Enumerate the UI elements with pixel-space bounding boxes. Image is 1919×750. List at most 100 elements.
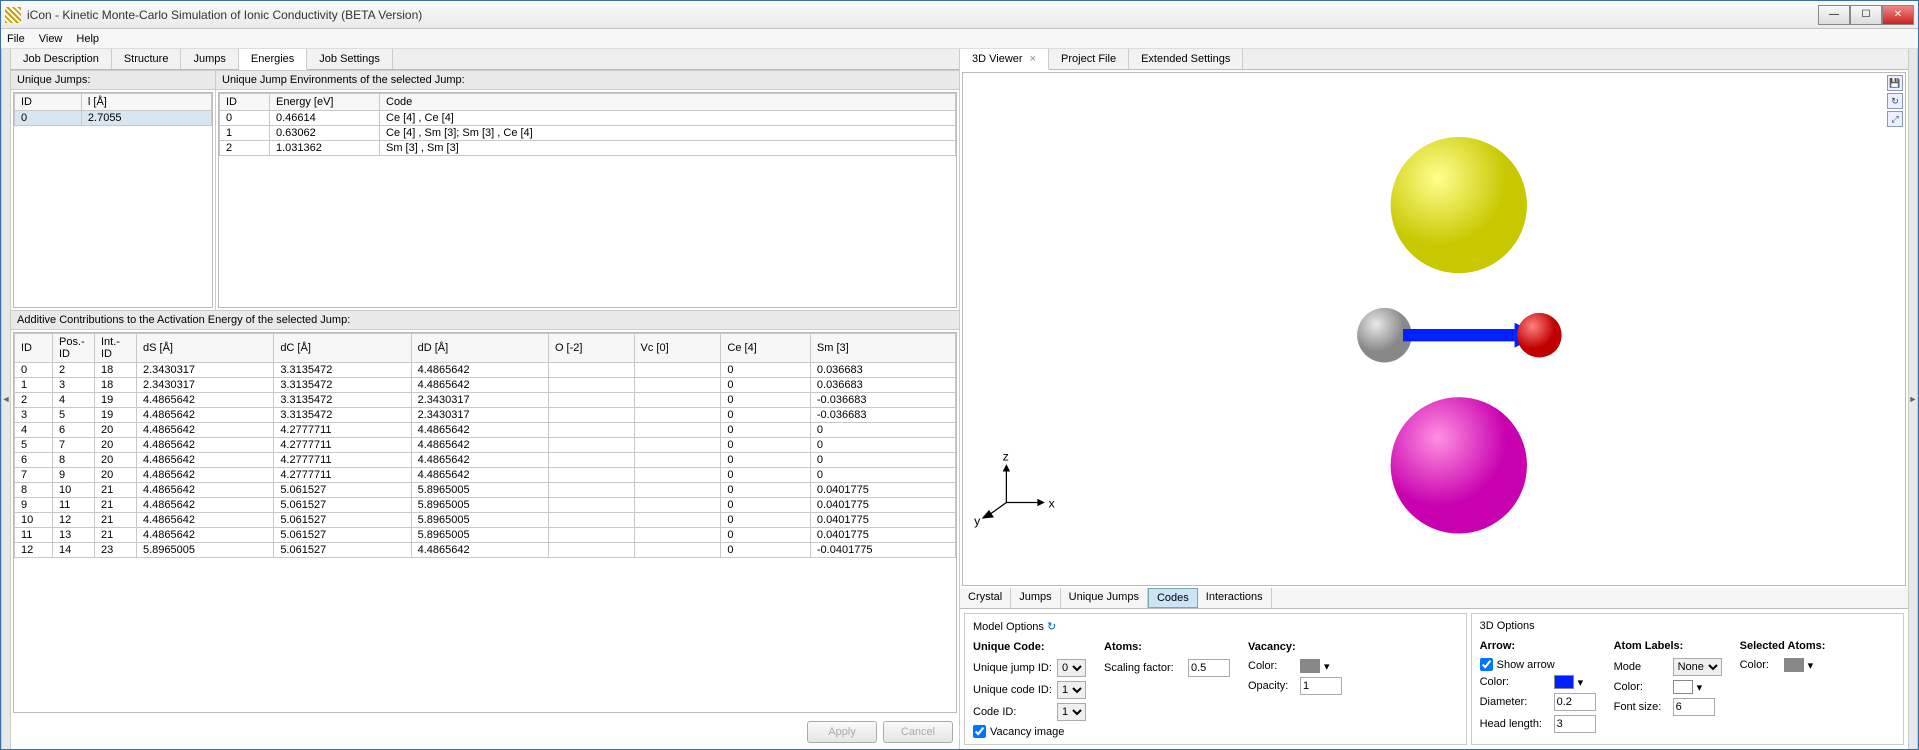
refresh-icon[interactable]: ↻ <box>1047 621 1056 633</box>
tab-3d-viewer-label: 3D Viewer <box>972 53 1023 65</box>
table-row[interactable]: 35194.48656423.31354722.34303170-0.03668… <box>15 408 956 423</box>
mode-select[interactable]: None <box>1673 658 1722 676</box>
subtab-crystal[interactable]: Crystal <box>960 588 1011 608</box>
table-row[interactable]: 13182.34303173.31354724.486564200.036683 <box>15 378 956 393</box>
subtab-interactions[interactable]: Interactions <box>1198 588 1272 608</box>
env-table[interactable]: ID Energy [eV] Code 00.46614Ce [4] , Ce … <box>219 93 956 156</box>
table-row[interactable]: 02182.34303173.31354724.486564200.036683 <box>15 363 956 378</box>
chevron-down-icon[interactable]: ▾ <box>1578 676 1584 689</box>
unique-jumps-table[interactable]: ID l [Å] 02.7055 <box>14 93 212 126</box>
table-row[interactable]: 810214.48656425.0615275.896500500.040177… <box>15 483 956 498</box>
unique-code-id-select[interactable]: 1 <box>1057 681 1086 699</box>
tab-jumps[interactable]: Jumps <box>181 49 238 69</box>
fit-icon[interactable]: ⤢ <box>1887 111 1903 127</box>
right-tabbar: 3D Viewer × Project File Extended Settin… <box>960 49 1908 70</box>
col-id[interactable]: ID <box>220 94 270 111</box>
save-view-icon[interactable]: 💾 <box>1887 75 1903 91</box>
col-o[interactable]: O [-2] <box>548 334 634 363</box>
env-label: Unique Jump Environments of the selected… <box>216 70 959 90</box>
font-size-input[interactable] <box>1673 698 1715 716</box>
col-ds[interactable]: dS [Å] <box>137 334 274 363</box>
head-length-input[interactable] <box>1554 715 1596 733</box>
atom-labels-label: Atom Labels: <box>1614 640 1722 652</box>
show-arrow-checkbox[interactable] <box>1480 658 1493 671</box>
table-row[interactable]: 10.63062Ce [4] , Sm [3]; Sm [3] , Ce [4] <box>220 126 956 141</box>
table-row[interactable]: 1113214.48656425.0615275.896500500.04017… <box>15 528 956 543</box>
diameter-input[interactable] <box>1554 693 1596 711</box>
table-row[interactable]: 1214235.89650055.0615274.48656420-0.0401… <box>15 543 956 558</box>
font-size-label: Font size: <box>1614 701 1669 713</box>
table-row[interactable]: 02.7055 <box>15 111 212 126</box>
unique-jumps-label: Unique Jumps: <box>11 70 215 90</box>
opacity-input[interactable] <box>1300 677 1342 695</box>
al-color-label: Color: <box>1614 681 1669 693</box>
tab-job-settings[interactable]: Job Settings <box>307 49 393 69</box>
unique-code-id-label: Unique code ID: <box>973 684 1053 696</box>
table-row[interactable]: 00.46614Ce [4] , Ce [4] <box>220 111 956 126</box>
scaling-factor-label: Scaling factor: <box>1104 662 1184 674</box>
rotate-icon[interactable]: ↻ <box>1887 93 1903 109</box>
options-panel: Model Options ↻ Unique Code: Unique jump… <box>960 609 1908 749</box>
vacancy-image-label: Vacancy image <box>990 726 1064 738</box>
table-row[interactable]: 911214.48656425.0615275.896500500.040177… <box>15 498 956 513</box>
col-id[interactable]: ID <box>15 94 82 111</box>
tab-extended-settings[interactable]: Extended Settings <box>1129 49 1243 69</box>
tab-3d-viewer[interactable]: 3D Viewer × <box>960 49 1049 70</box>
right-pane: 3D Viewer × Project File Extended Settin… <box>960 49 1908 749</box>
left-grip[interactable]: ◄ <box>1 49 11 749</box>
col-l[interactable]: l [Å] <box>81 94 211 111</box>
col-dd[interactable]: dD [Å] <box>411 334 548 363</box>
table-row[interactable]: 24194.48656423.31354722.34303170-0.03668… <box>15 393 956 408</box>
subtab-jumps[interactable]: Jumps <box>1011 588 1060 608</box>
chevron-down-icon[interactable]: ▾ <box>1324 660 1330 673</box>
tab-project-file[interactable]: Project File <box>1049 49 1129 69</box>
close-button[interactable]: ✕ <box>1882 5 1914 25</box>
tab-job-description[interactable]: Job Description <box>11 49 112 69</box>
subtab-unique-jumps[interactable]: Unique Jumps <box>1061 588 1148 608</box>
sa-color-picker[interactable] <box>1784 658 1804 672</box>
chevron-down-icon[interactable]: ▾ <box>1808 659 1814 672</box>
code-id-select[interactable]: 1 <box>1057 703 1086 721</box>
diameter-label: Diameter: <box>1480 696 1550 708</box>
col-posid[interactable]: Pos.-ID <box>53 334 95 363</box>
cancel-button[interactable]: Cancel <box>883 721 953 743</box>
col-ce[interactable]: Ce [4] <box>721 334 810 363</box>
col-dc[interactable]: dC [Å] <box>274 334 411 363</box>
table-row[interactable]: 21.031362Sm [3] , Sm [3] <box>220 141 956 156</box>
col-energy[interactable]: Energy [eV] <box>270 94 380 111</box>
arrow-color-picker[interactable] <box>1554 675 1574 689</box>
vac-color-picker[interactable] <box>1300 659 1320 673</box>
tab-energies[interactable]: Energies <box>239 49 307 70</box>
menu-view[interactable]: View <box>39 33 63 45</box>
table-row[interactable]: 46204.48656424.27777114.486564200 <box>15 423 956 438</box>
al-color-picker[interactable] <box>1673 680 1693 694</box>
vacancy-image-checkbox[interactable] <box>973 725 986 738</box>
show-arrow-label: Show arrow <box>1497 659 1555 671</box>
unique-jump-id-select[interactable]: 0 <box>1057 659 1086 677</box>
col-intid[interactable]: Int.-ID <box>95 334 137 363</box>
col-vc[interactable]: Vc [0] <box>634 334 721 363</box>
table-row[interactable]: 57204.48656424.27777114.486564200 <box>15 438 956 453</box>
apply-button[interactable]: Apply <box>807 721 877 743</box>
col-id[interactable]: ID <box>15 334 53 363</box>
table-row[interactable]: 79204.48656424.27777114.486564200 <box>15 468 956 483</box>
additive-table[interactable]: ID Pos.-ID Int.-ID dS [Å] dC [Å] dD [Å] … <box>14 333 956 558</box>
subtab-codes[interactable]: Codes <box>1148 588 1198 608</box>
3d-viewport[interactable]: 💾 ↻ ⤢ <box>962 72 1906 586</box>
col-sm[interactable]: Sm [3] <box>810 334 955 363</box>
vac-color-label: Color: <box>1248 660 1296 672</box>
menu-help[interactable]: Help <box>76 33 99 45</box>
tab-close-icon[interactable]: × <box>1030 53 1036 65</box>
right-grip[interactable]: ► <box>1908 49 1918 749</box>
atoms-label: Atoms: <box>1104 641 1230 653</box>
col-code[interactable]: Code <box>380 94 956 111</box>
table-row[interactable]: 1012214.48656425.0615275.896500500.04017… <box>15 513 956 528</box>
tab-structure[interactable]: Structure <box>112 49 182 69</box>
chevron-down-icon[interactable]: ▾ <box>1697 681 1703 694</box>
minimize-button[interactable]: — <box>1818 5 1850 25</box>
menu-file[interactable]: File <box>7 33 25 45</box>
scaling-factor-input[interactable] <box>1188 659 1230 677</box>
atom-red <box>1517 313 1562 358</box>
maximize-button[interactable]: ☐ <box>1850 5 1882 25</box>
table-row[interactable]: 68204.48656424.27777114.486564200 <box>15 453 956 468</box>
